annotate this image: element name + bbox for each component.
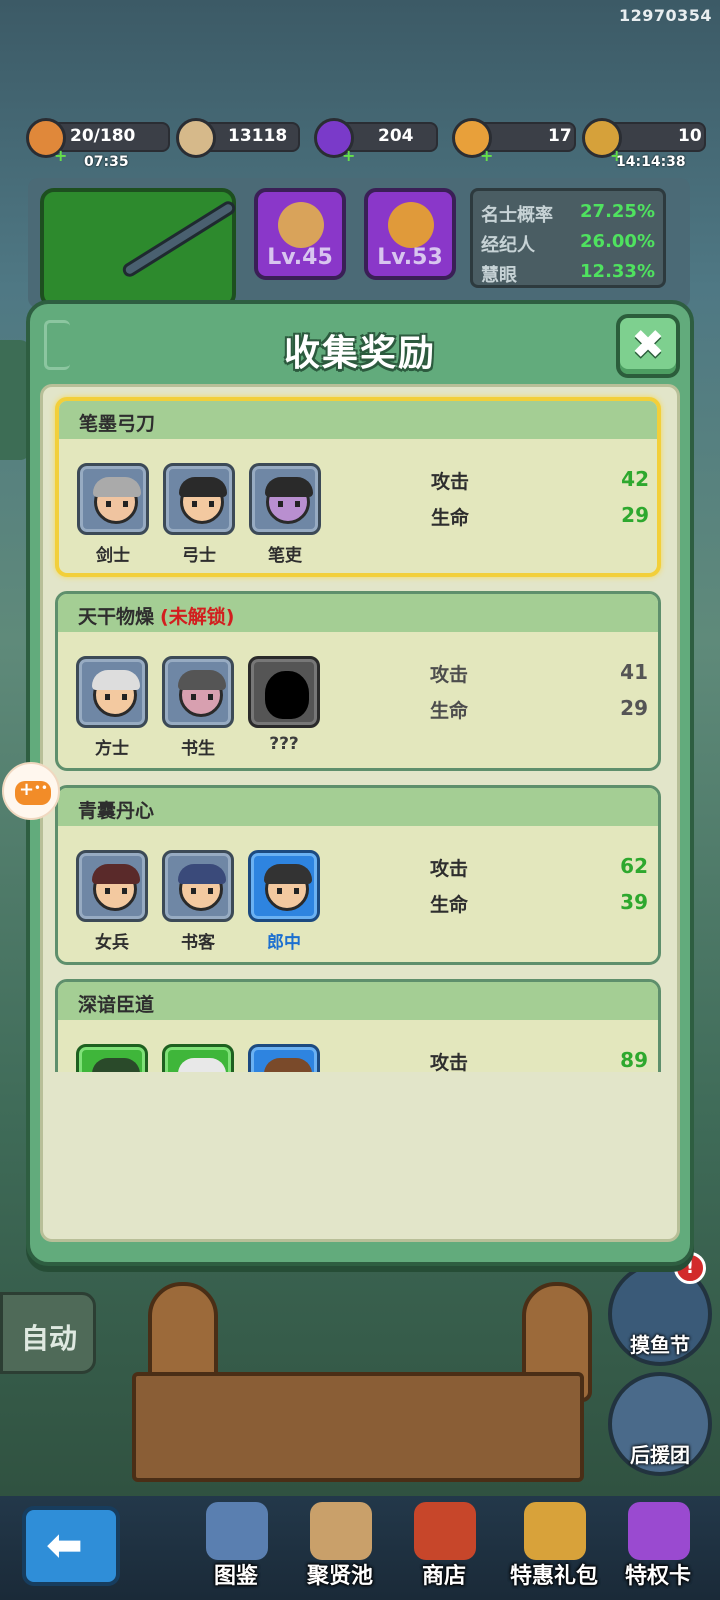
reward-card[interactable]: 笔墨弓刀 剑士 弓士 笔吏 攻击 42 生命 29 xyxy=(55,397,661,577)
reward-card[interactable]: 青囊丹心 女兵 书客 郎中 攻击 62 生命 39 xyxy=(55,785,661,965)
hero-slot[interactable]: 弓士 xyxy=(163,463,235,566)
hp-stat: 生命 29 xyxy=(430,696,648,722)
modal-overlay: 收集奖励 ✖ 笔墨弓刀 剑士 弓士 笔吏 攻击 42 生命 29 天干物燥 (未… xyxy=(0,0,720,1600)
modal-title: 收集奖励 xyxy=(283,333,436,374)
hero-slot[interactable]: 书客 xyxy=(162,850,234,953)
hp-stat: 生命 29 xyxy=(431,503,649,529)
hero-slot[interactable] xyxy=(76,1044,148,1072)
gamepad-icon xyxy=(15,779,51,805)
attack-stat: 攻击 62 xyxy=(430,854,648,880)
hero-portrait xyxy=(248,1044,320,1072)
hero-slot[interactable]: 剑士 xyxy=(77,463,149,566)
hero-slot[interactable]: 方士 xyxy=(76,656,148,759)
bonus-stats: 攻击 89 xyxy=(430,1048,648,1072)
card-title: 笔墨弓刀 xyxy=(79,413,156,435)
attack-stat: 攻击 89 xyxy=(430,1048,648,1072)
unknown-hero-portrait xyxy=(248,656,320,728)
hero-set: 剑士 弓士 笔吏 xyxy=(77,463,347,566)
hero-slot[interactable]: 郎中 xyxy=(248,850,320,953)
modal-content: 笔墨弓刀 剑士 弓士 笔吏 攻击 42 生命 29 天干物燥 (未解锁) 方士 … xyxy=(40,384,680,1242)
card-title: 深谙臣道 xyxy=(78,994,155,1016)
attack-stat: 攻击 42 xyxy=(431,467,649,493)
close-icon: ✖ xyxy=(631,322,665,368)
hp-stat: 生命 39 xyxy=(430,890,648,916)
reward-list[interactable]: 笔墨弓刀 剑士 弓士 笔吏 攻击 42 生命 29 天干物燥 (未解锁) 方士 … xyxy=(43,387,677,1072)
hero-slot[interactable] xyxy=(162,1044,234,1072)
hero-portrait xyxy=(162,850,234,922)
hero-portrait xyxy=(163,463,235,535)
hero-slot[interactable]: 书生 xyxy=(162,656,234,759)
hero-portrait xyxy=(248,850,320,922)
bonus-stats: 攻击 62 生命 39 xyxy=(430,854,648,926)
hero-portrait xyxy=(76,1044,148,1072)
hero-set: 女兵 书客 郎中 xyxy=(76,850,346,953)
reward-card[interactable]: 深谙臣道 攻击 89 xyxy=(55,979,661,1072)
hero-slot[interactable]: ??? xyxy=(248,656,320,756)
hero-slot[interactable] xyxy=(248,1044,320,1072)
bonus-stats: 攻击 42 生命 29 xyxy=(431,467,649,539)
hero-portrait xyxy=(76,656,148,728)
hero-set xyxy=(76,1044,346,1072)
card-title: 天干物燥 (未解锁) xyxy=(78,606,235,628)
hero-portrait xyxy=(162,1044,234,1072)
bonus-stats: 攻击 41 生命 29 xyxy=(430,660,648,732)
hero-set: 方士 书生 ??? xyxy=(76,656,346,759)
hero-portrait xyxy=(77,463,149,535)
collection-reward-modal: 收集奖励 ✖ 笔墨弓刀 剑士 弓士 笔吏 攻击 42 生命 29 天干物燥 (未… xyxy=(26,300,694,1266)
hero-portrait xyxy=(249,463,321,535)
reward-card[interactable]: 天干物燥 (未解锁) 方士 书生 ??? 攻击 41 生命 29 xyxy=(55,591,661,771)
silhouette-icon xyxy=(265,671,309,719)
locked-tag: (未解锁) xyxy=(160,606,235,628)
attack-stat: 攻击 41 xyxy=(430,660,648,686)
hero-portrait xyxy=(162,656,234,728)
floating-gamepad-button[interactable] xyxy=(2,762,60,820)
close-button[interactable]: ✖ xyxy=(616,314,680,378)
hero-portrait xyxy=(76,850,148,922)
hero-slot[interactable]: 笔吏 xyxy=(249,463,321,566)
hero-slot[interactable]: 女兵 xyxy=(76,850,148,953)
card-title: 青囊丹心 xyxy=(78,800,155,822)
